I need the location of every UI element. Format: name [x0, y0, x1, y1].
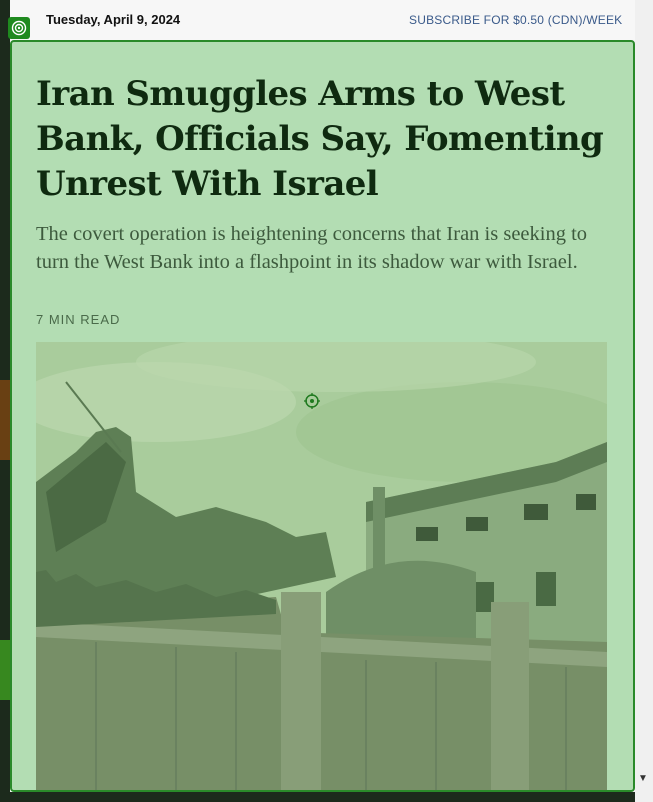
vertical-scrollbar[interactable] — [635, 0, 653, 802]
read-time: 7 MIN READ — [36, 312, 121, 327]
background-glow — [0, 380, 10, 460]
target-icon[interactable] — [8, 17, 30, 39]
background-window-edge — [0, 0, 10, 802]
taskbar-edge — [10, 792, 635, 802]
masthead-date: Tuesday, April 9, 2024 — [46, 12, 181, 27]
background-glow — [0, 640, 10, 700]
article-highlight-overlay[interactable]: Iran Smuggles Arms to West Bank, Officia… — [10, 40, 635, 792]
article-photo[interactable] — [36, 342, 607, 790]
article-summary: The covert operation is heightening conc… — [36, 223, 588, 273]
target-icon — [304, 393, 320, 409]
chevron-down-icon[interactable]: ▼ — [637, 773, 649, 785]
masthead-bar: Tuesday, April 9, 2024 SUBSCRIBE FOR $0.… — [10, 0, 635, 40]
subscribe-link[interactable]: SUBSCRIBE FOR $0.50 (CDN)/WEEK — [409, 13, 622, 27]
article-headline[interactable]: Iran Smuggles Arms to West Bank, Officia… — [36, 72, 616, 207]
